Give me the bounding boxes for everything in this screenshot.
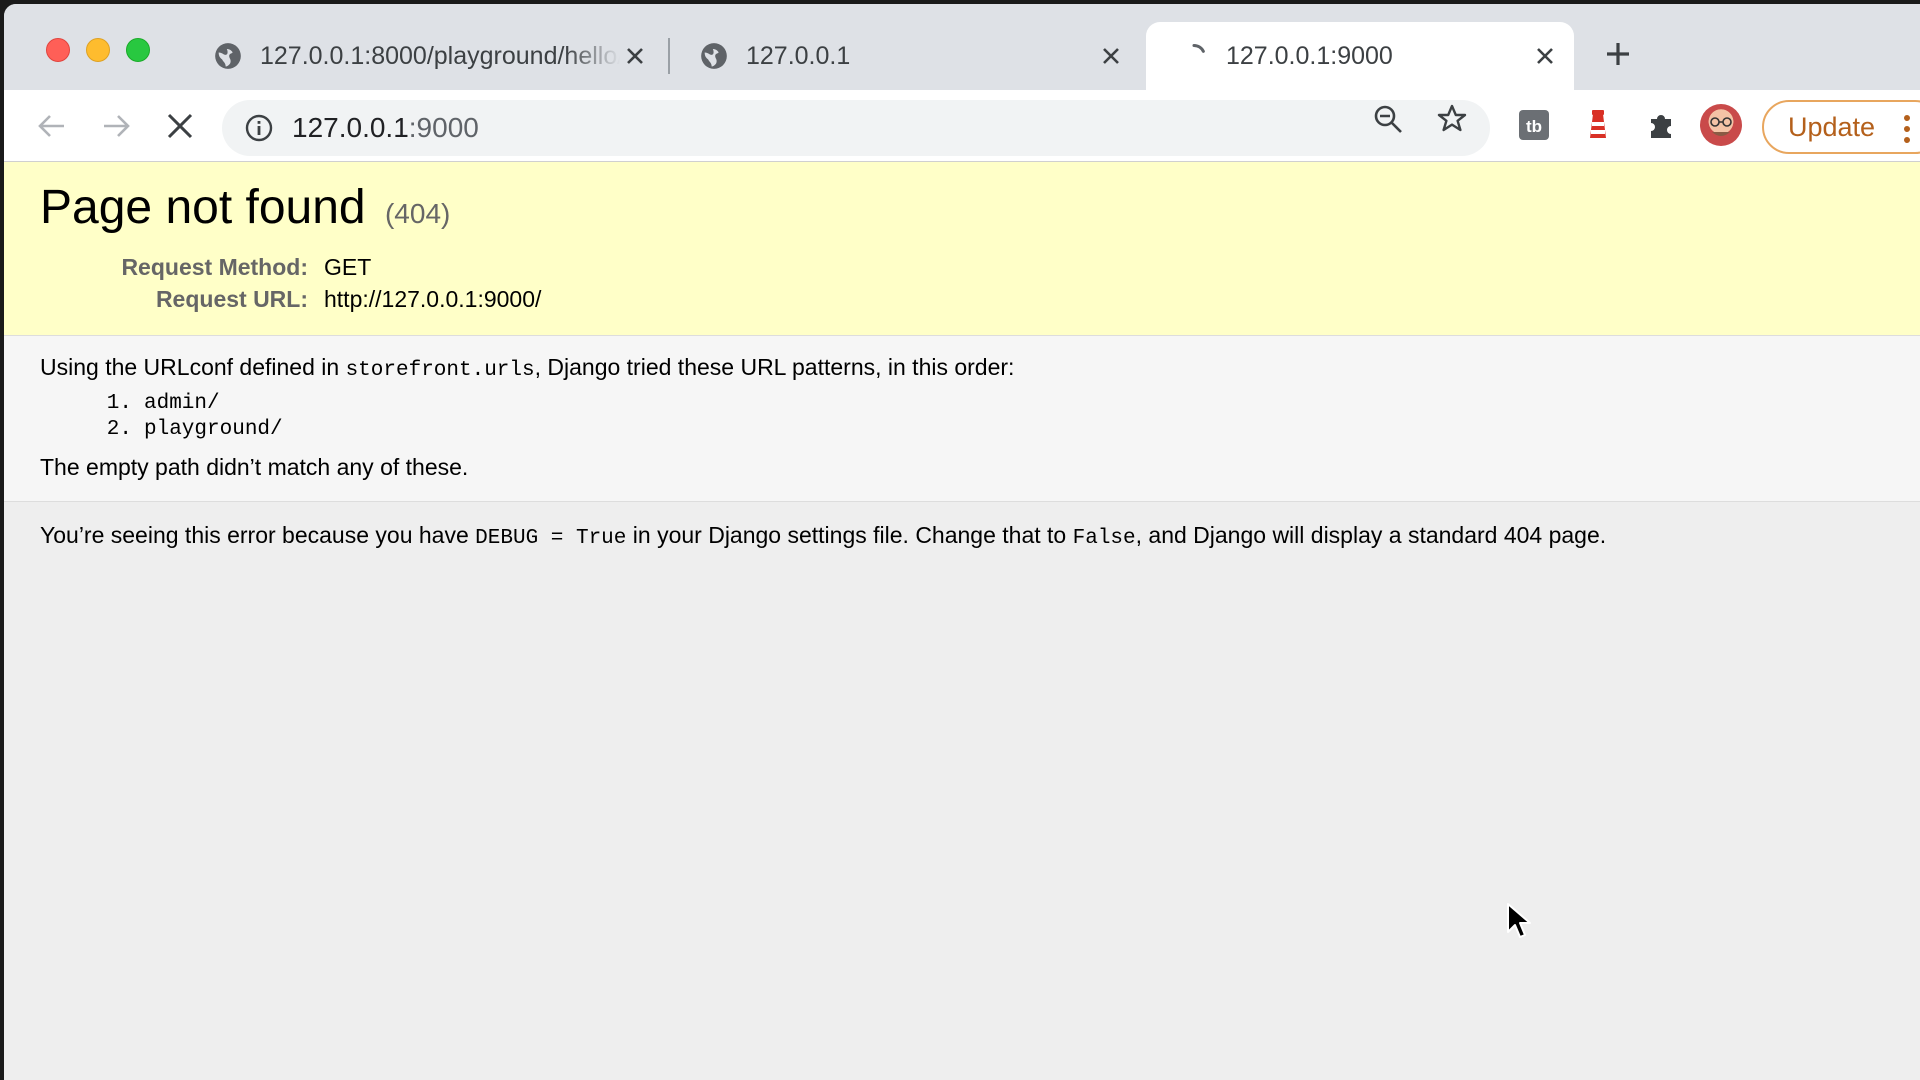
url-port: :9000 bbox=[408, 112, 479, 143]
stop-loading-button[interactable] bbox=[160, 106, 200, 146]
extensions-puzzle-icon[interactable] bbox=[1644, 107, 1680, 143]
extension-tb-icon[interactable]: tb bbox=[1516, 107, 1552, 143]
plus-icon bbox=[1607, 43, 1629, 65]
tab-title: 127.0.0.1 bbox=[746, 41, 851, 70]
tab-title: 127.0.0.1:8000/playground/hello/ bbox=[260, 41, 620, 70]
request-method-label: Request Method: bbox=[121, 253, 308, 280]
request-meta: Request Method: GET Request URL: http://… bbox=[40, 251, 1884, 315]
close-tab-icon[interactable] bbox=[1530, 41, 1560, 71]
request-url-row: Request URL: http://127.0.0.1:9000/ bbox=[40, 283, 1884, 315]
page-title: Page not found (404) bbox=[40, 180, 1884, 235]
new-tab-button[interactable] bbox=[1602, 38, 1634, 70]
extension-lighthouse-icon[interactable] bbox=[1580, 107, 1616, 143]
request-url-value: http://127.0.0.1:9000/ bbox=[324, 285, 542, 312]
tab-playground-hello[interactable]: 127.0.0.1:8000/playground/hello/ bbox=[184, 22, 664, 90]
stop-x-icon bbox=[167, 113, 193, 139]
pattern-text: admin/ bbox=[144, 392, 220, 415]
urlconf-info: Using the URLconf defined in storefront.… bbox=[4, 336, 1920, 502]
update-button[interactable]: Update bbox=[1762, 100, 1920, 154]
bookmark-star-icon[interactable] bbox=[1436, 103, 1468, 135]
globe-icon bbox=[701, 43, 727, 69]
pattern-number: 2. bbox=[106, 418, 132, 441]
list-item: 2. playground/ bbox=[92, 418, 1884, 444]
globe-icon bbox=[215, 43, 241, 69]
menu-dots-icon[interactable] bbox=[1904, 114, 1910, 144]
error-summary: Page not found (404) Request Method: GET… bbox=[4, 162, 1920, 336]
browser-window: 127.0.0.1:8000/playground/hello/ 127.0.0… bbox=[4, 4, 1920, 1080]
minimize-window-button[interactable] bbox=[86, 38, 110, 62]
urlconf-text: , Django tried these URL patterns, in th… bbox=[534, 354, 1015, 380]
avatar-face-icon bbox=[1710, 117, 1732, 136]
update-label: Update bbox=[1788, 111, 1876, 142]
debug-text: You’re seeing this error because you hav… bbox=[40, 522, 476, 548]
page-content: Page not found (404) Request Method: GET… bbox=[4, 162, 1920, 1080]
forward-arrow-icon bbox=[104, 115, 130, 137]
zoom-icon[interactable] bbox=[1372, 103, 1404, 135]
no-match-text: The empty path didn’t match any of these… bbox=[40, 454, 469, 480]
back-arrow-icon bbox=[38, 115, 64, 137]
false-code: False bbox=[1072, 527, 1136, 550]
debug-code: DEBUG = True bbox=[475, 527, 627, 550]
tab-localhost[interactable]: 127.0.0.1 bbox=[670, 22, 1140, 90]
close-tab-icon[interactable] bbox=[620, 41, 650, 71]
maximize-window-button[interactable] bbox=[126, 38, 150, 62]
close-window-button[interactable] bbox=[46, 38, 70, 62]
page-title-text: Page not found bbox=[40, 181, 366, 234]
list-item: 1. admin/ bbox=[92, 392, 1884, 418]
status-code: (404) bbox=[384, 198, 451, 229]
request-url-label: Request URL: bbox=[155, 285, 308, 312]
profile-avatar[interactable] bbox=[1700, 104, 1742, 146]
debug-text: in your Django settings file. Change tha… bbox=[626, 522, 1073, 548]
request-method-row: Request Method: GET bbox=[40, 251, 1884, 283]
tab-strip: 127.0.0.1:8000/playground/hello/ 127.0.0… bbox=[4, 4, 1920, 90]
site-info-icon[interactable] bbox=[244, 113, 274, 143]
urlconf-text: Using the URLconf defined in bbox=[40, 354, 346, 380]
url-pattern-list: 1. admin/ 2. playground/ bbox=[92, 392, 1884, 444]
urlconf-sentence: Using the URLconf defined in storefront.… bbox=[40, 354, 1884, 382]
loading-spinner-icon bbox=[1192, 43, 1205, 53]
url-text: 127.0.0.1:9000 bbox=[292, 112, 479, 144]
pattern-text: playground/ bbox=[144, 418, 283, 441]
svg-text:tb: tb bbox=[1526, 117, 1542, 136]
debug-explanation: You’re seeing this error because you hav… bbox=[4, 502, 1920, 570]
close-tab-icon[interactable] bbox=[1096, 41, 1126, 71]
debug-sentence: You’re seeing this error because you hav… bbox=[40, 522, 1884, 550]
address-bar[interactable]: 127.0.0.1:9000 bbox=[222, 100, 1490, 156]
tab-active-9000[interactable]: 127.0.0.1:9000 bbox=[1146, 22, 1574, 90]
pattern-number: 1. bbox=[106, 392, 132, 415]
forward-button[interactable] bbox=[96, 106, 136, 146]
url-host: 127.0.0.1 bbox=[292, 112, 409, 143]
back-button[interactable] bbox=[32, 106, 72, 146]
debug-text: , and Django will display a standard 404… bbox=[1135, 522, 1607, 548]
tab-title: 127.0.0.1:9000 bbox=[1226, 41, 1393, 70]
request-method-value: GET bbox=[324, 253, 372, 280]
browser-toolbar: 127.0.0.1:9000 tb Update bbox=[4, 90, 1920, 162]
mouse-cursor-icon bbox=[1507, 903, 1531, 938]
urlconf-module: storefront.urls bbox=[345, 359, 535, 382]
